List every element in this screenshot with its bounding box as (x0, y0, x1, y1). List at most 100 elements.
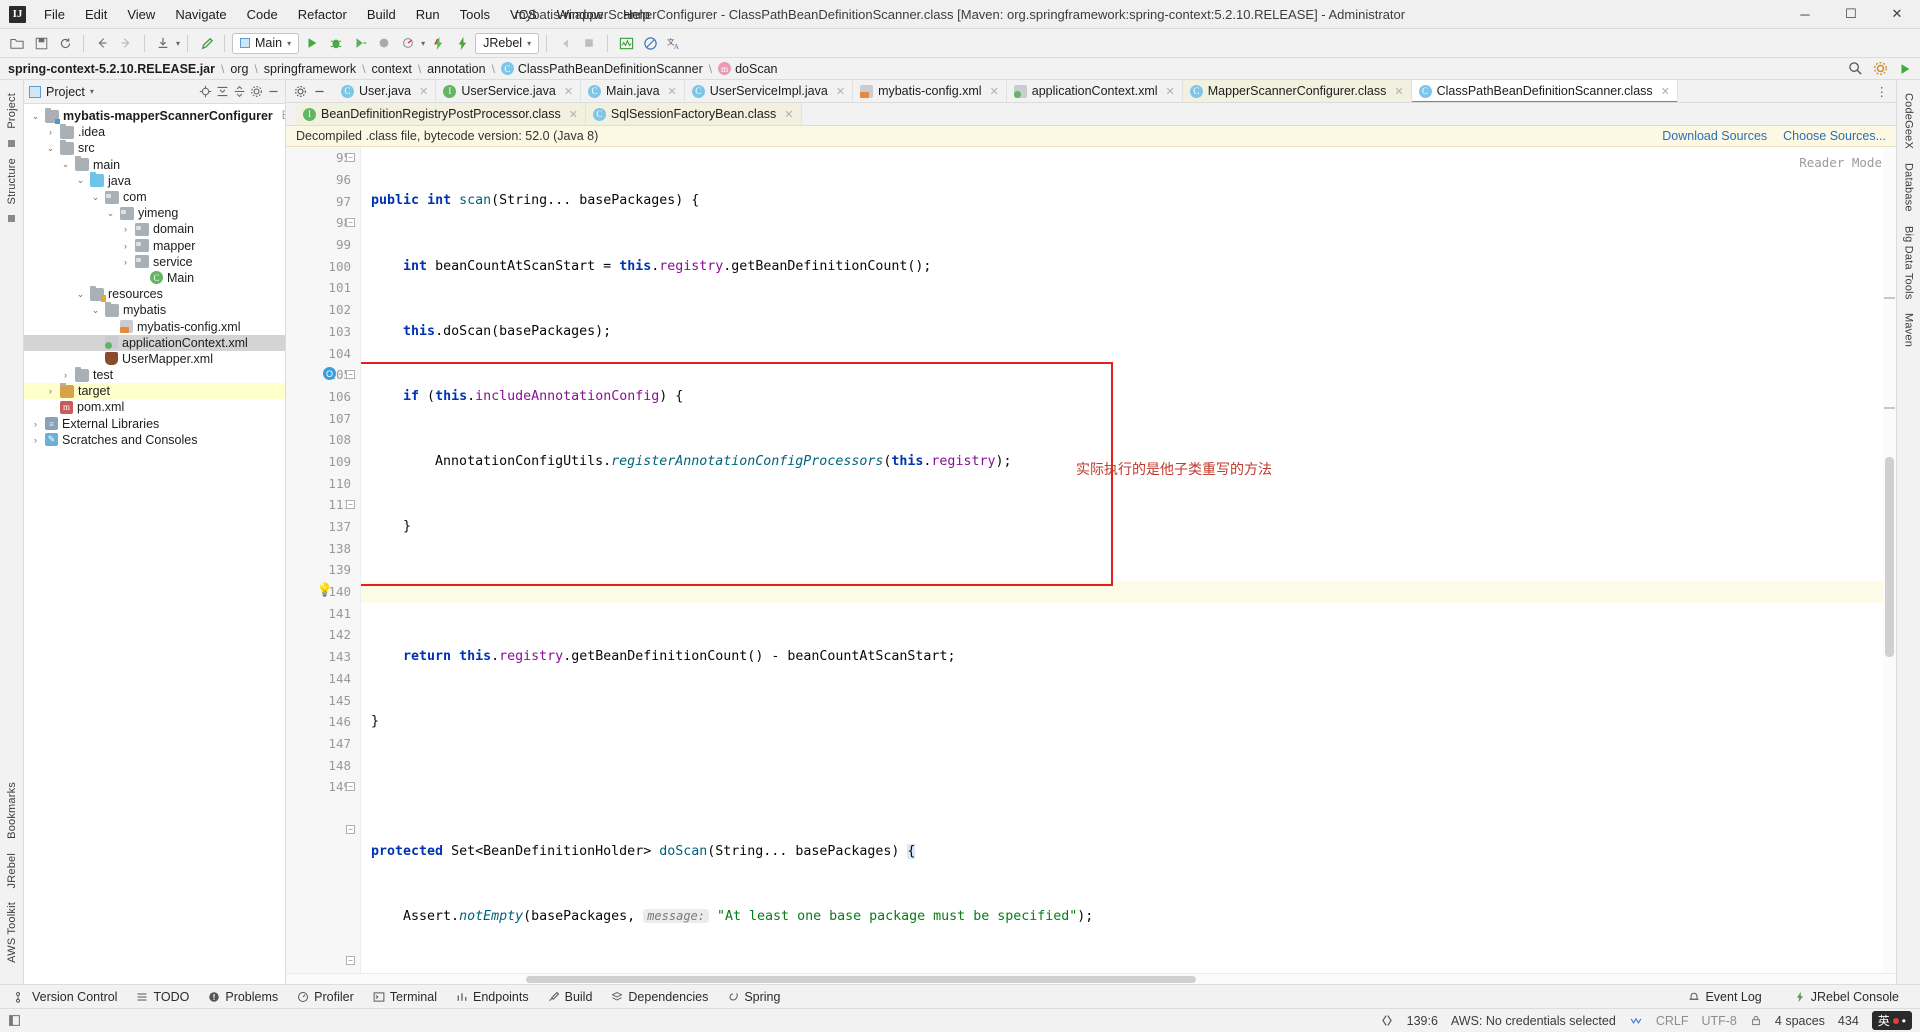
commit-icon[interactable] (195, 33, 217, 54)
chevron-down-icon[interactable]: ⌄ (60, 159, 71, 170)
aws-icon[interactable] (1629, 1014, 1643, 1027)
chevron-right-icon[interactable]: › (60, 370, 71, 380)
tree-node-main[interactable]: ⌄ main (24, 156, 285, 173)
run-icon[interactable] (1898, 62, 1912, 76)
chevron-down-icon[interactable]: ⌄ (105, 208, 116, 219)
ime-indicator[interactable]: 英 • (1871, 1011, 1912, 1030)
breadcrumb-item-springframework[interactable]: springframework (264, 62, 356, 76)
chevron-down-icon[interactable]: ▾ (90, 87, 94, 96)
run-configuration-selector[interactable]: Main ▾ (232, 32, 300, 54)
minimize-button[interactable]: ─ (1782, 0, 1828, 29)
close-button[interactable]: ✕ (1874, 0, 1920, 29)
aws-credentials-status[interactable]: AWS: No credentials selected (1451, 1014, 1616, 1028)
breadcrumb-item-annotation[interactable]: annotation (427, 62, 485, 76)
breadcrumb-item-method[interactable]: doScan (735, 62, 777, 76)
tool-button-todo[interactable]: TODO (127, 987, 198, 1007)
run-with-coverage-button[interactable] (349, 33, 371, 54)
menu-item-edit[interactable]: Edit (75, 4, 117, 25)
attach-profiler-button[interactable] (397, 33, 419, 54)
chevron-down-icon[interactable]: ⌄ (75, 289, 86, 300)
chevron-down-icon[interactable]: ⌄ (30, 111, 41, 122)
stop-icon[interactable] (578, 33, 600, 54)
close-icon[interactable]: ✕ (1661, 85, 1670, 98)
fold-marker[interactable]: − (346, 153, 355, 162)
rail-item-jrebel[interactable]: JRebel (6, 846, 18, 895)
close-icon[interactable]: ✕ (419, 85, 428, 98)
menu-item-navigate[interactable]: Navigate (165, 4, 236, 25)
tab-class-path-bean-definition-scanner-class[interactable]: C ClassPathBeanDefinitionScanner.class ✕ (1411, 80, 1678, 102)
chevron-right-icon[interactable]: › (120, 241, 131, 251)
tab-mybatis-config-xml[interactable]: mybatis-config.xml ✕ (853, 80, 1007, 102)
tree-node-yimeng[interactable]: ⌄ yimeng (24, 205, 285, 221)
hscrollbar-thumb[interactable] (526, 976, 1196, 983)
gear-icon[interactable] (250, 85, 263, 98)
menu-item-code[interactable]: Code (237, 4, 288, 25)
rail-item-maven[interactable]: Maven (1903, 306, 1915, 354)
tree-node-src[interactable]: ⌄ src (24, 139, 285, 156)
rail-item-codegeex[interactable]: CodeGeeX (1903, 86, 1915, 156)
tool-button-endpoints[interactable]: Endpoints (447, 987, 538, 1007)
tree-node-mybatis-folder[interactable]: ⌄ mybatis (24, 301, 285, 318)
profiler-caret-icon[interactable]: ▾ (421, 39, 425, 48)
tree-node-idea[interactable]: › .idea (24, 123, 285, 140)
chevron-down-icon[interactable]: ⌄ (90, 305, 101, 316)
breadcrumb-item-jar[interactable]: spring-context-5.2.10.RELEASE.jar (8, 62, 215, 76)
editor-gutter[interactable]: 95 96 97 98 99 100 101 102 103 104 105 1… (286, 147, 361, 973)
rail-item-big-data-tools[interactable]: Big Data Tools (1903, 219, 1915, 307)
close-icon[interactable]: ✕ (1166, 85, 1175, 98)
breadcrumb-item-org[interactable]: org (230, 62, 248, 76)
maximize-button[interactable]: ☐ (1828, 0, 1874, 29)
chevron-right-icon[interactable]: › (45, 386, 56, 396)
close-icon[interactable]: ✕ (990, 85, 999, 98)
toggle-toolbar-icon[interactable] (8, 1014, 21, 1027)
update-caret-icon[interactable]: ▾ (176, 39, 180, 48)
tree-node-mybatis-config-xml[interactable]: › mybatis-config.xml (24, 318, 285, 334)
tab-user-service-impl-java[interactable]: C UserServiceImpl.java ✕ (684, 80, 854, 102)
tool-button-profiler[interactable]: Profiler (288, 987, 363, 1007)
tool-button-terminal[interactable]: Terminal (364, 987, 446, 1007)
chevron-right-icon[interactable]: › (30, 435, 41, 445)
fold-marker[interactable]: − (346, 782, 355, 791)
rail-item-database[interactable]: Database (1903, 156, 1915, 219)
git-status-icon[interactable] (1380, 1014, 1394, 1027)
close-icon[interactable]: ✕ (569, 108, 578, 121)
hide-panel-icon[interactable] (267, 85, 280, 98)
tool-button-event-log[interactable]: Event Log (1679, 987, 1770, 1007)
menu-item-help[interactable]: Help (613, 4, 660, 25)
hide-editor-icon[interactable] (313, 85, 326, 98)
tool-button-dependencies[interactable]: Dependencies (602, 987, 717, 1007)
tab-main-java[interactable]: C Main.java ✕ (581, 80, 685, 102)
menu-item-run[interactable]: Run (406, 4, 450, 25)
rail-item-aws-toolkit[interactable]: AWS Toolkit (6, 895, 18, 970)
close-icon[interactable]: ✕ (1394, 85, 1403, 98)
jrebel-debug-icon[interactable] (451, 33, 473, 54)
close-icon[interactable]: ✕ (668, 85, 677, 98)
tree-node-test[interactable]: › test (24, 366, 285, 383)
caret-position[interactable]: 139:6 (1407, 1014, 1438, 1028)
breadcrumb-item-class[interactable]: ClassPathBeanDefinitionScanner (518, 62, 703, 76)
download-sources-link[interactable]: Download Sources (1662, 129, 1767, 143)
fold-marker[interactable]: − (346, 825, 355, 834)
tree-node-module[interactable]: ⌄ mybatis-mapperScannerConfigurer E:\myb… (24, 107, 285, 124)
locate-icon[interactable] (199, 85, 212, 98)
code-content[interactable]: public int scan(String... basePackages) … (361, 147, 1896, 973)
tree-node-com[interactable]: ⌄ com (24, 189, 285, 205)
close-icon[interactable]: ✕ (836, 85, 845, 98)
chevron-down-icon[interactable]: ⌄ (90, 192, 101, 203)
fold-marker[interactable]: − (346, 500, 355, 509)
menu-item-build[interactable]: Build (357, 4, 406, 25)
close-icon[interactable]: ✕ (564, 85, 573, 98)
profile-button[interactable] (373, 33, 395, 54)
indent-setting[interactable]: 4 spaces (1775, 1014, 1825, 1028)
tree-node-scratches-and-consoles[interactable]: › ✎ Scratches and Consoles (24, 432, 285, 448)
menu-item-view[interactable]: View (117, 4, 165, 25)
overriding-method-icon[interactable]: O (323, 367, 336, 380)
tree-node-pom-xml[interactable]: › m pom.xml (24, 399, 285, 415)
gear-icon[interactable] (294, 85, 307, 98)
chevron-down-icon[interactable]: ⌄ (45, 143, 56, 154)
chevron-right-icon[interactable]: › (120, 224, 131, 234)
editor-tab-overflow[interactable]: ⋮ (1868, 80, 1897, 102)
tree-node-external-libraries[interactable]: › ≡ External Libraries (24, 416, 285, 432)
search-icon[interactable] (1848, 61, 1863, 76)
rail-item-project[interactable]: Project (6, 86, 18, 136)
